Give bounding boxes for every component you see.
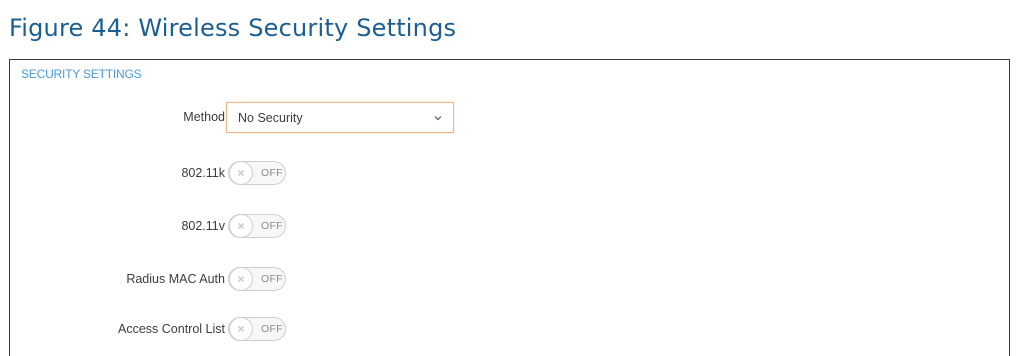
- toggle-radius-mac-auth[interactable]: OFF: [228, 267, 286, 291]
- toggle-label-radius-mac-auth: Radius MAC Auth: [126, 272, 225, 286]
- toggle-state: OFF: [261, 220, 283, 232]
- close-icon: [237, 275, 245, 283]
- toggle-knob: [229, 267, 253, 291]
- toggle-80211k[interactable]: OFF: [228, 161, 286, 185]
- chevron-down-icon: [433, 112, 443, 122]
- security-settings-panel: SECURITY SETTINGS Method No Security 802…: [9, 59, 1010, 356]
- close-icon: [237, 325, 245, 333]
- toggle-label-80211v: 802.11v: [181, 219, 225, 233]
- panel-title: SECURITY SETTINGS: [21, 67, 142, 81]
- toggle-80211v[interactable]: OFF: [228, 214, 286, 238]
- toggle-state: OFF: [261, 323, 283, 335]
- toggle-knob: [229, 161, 253, 185]
- toggle-row-access-control-list: Access Control List OFF: [10, 314, 1009, 344]
- method-select-value: No Security: [238, 110, 303, 125]
- toggle-row-80211v: 802.11v OFF: [10, 211, 1009, 241]
- figure-caption: Figure 44: Wireless Security Settings: [9, 14, 457, 42]
- toggle-state: OFF: [261, 273, 283, 285]
- toggle-knob: [229, 214, 253, 238]
- toggle-label-80211k: 802.11k: [181, 166, 225, 180]
- close-icon: [237, 169, 245, 177]
- toggle-state: OFF: [261, 167, 283, 179]
- toggle-row-radius-mac-auth: Radius MAC Auth OFF: [10, 264, 1009, 294]
- method-select[interactable]: No Security: [226, 102, 454, 133]
- method-label: Method: [183, 110, 225, 124]
- toggle-access-control-list[interactable]: OFF: [228, 317, 286, 341]
- toggle-knob: [229, 317, 253, 341]
- method-row: Method No Security: [10, 102, 1009, 133]
- toggle-label-access-control-list: Access Control List: [118, 322, 225, 336]
- toggle-row-80211k: 802.11k OFF: [10, 158, 1009, 188]
- close-icon: [237, 222, 245, 230]
